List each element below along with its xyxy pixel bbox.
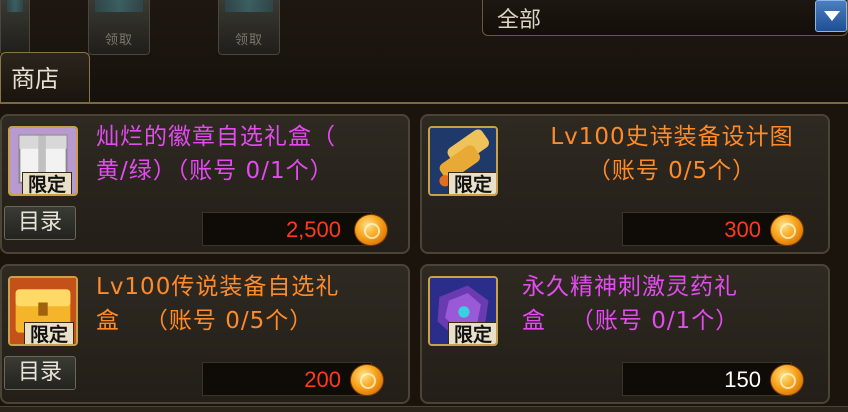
slot-decoration (95, 0, 143, 12)
shop-item-panel: 限定 目录 灿烂的徽章自选礼盒（ 黄/绿）（账号 0/1个） 2,500 限定 … (0, 102, 848, 412)
item-name-line: 永久精神刺激灵药礼 (522, 274, 738, 300)
item-name: Lv100传说装备自选礼 盒 （账号 0/5个） (96, 270, 406, 338)
item-name-line: 盒 （账号 0/1个） (522, 308, 740, 334)
coin-icon (770, 214, 804, 246)
price-box: 300 (622, 212, 792, 246)
limited-badge: 限定 (24, 322, 74, 344)
top-bar: 领取 领取 全部 商店 (0, 0, 848, 105)
scroll-blueprint-icon: 限定 (428, 126, 498, 196)
potion-box-icon: 限定 (428, 276, 498, 346)
slot-decoration (225, 0, 273, 12)
claim-label: 领取 (104, 33, 133, 48)
price-box: 2,500 (202, 212, 372, 246)
reward-slot[interactable] (0, 0, 30, 55)
catalog-button[interactable]: 目录 (4, 206, 76, 240)
item-name: 永久精神刺激灵药礼 盒 （账号 0/1个） (522, 270, 832, 338)
item-price: 150 (724, 367, 761, 392)
gift-box-icon: 限定 (8, 126, 78, 196)
shop-item-card[interactable]: 限定 Lv100史诗装备设计图 （账号 0/5个） 300 (420, 114, 830, 254)
next-row-edge (0, 406, 848, 412)
reward-slot[interactable]: 领取 (218, 0, 280, 55)
item-name-line: （账号 0/5个） (587, 158, 757, 184)
catalog-button[interactable]: 目录 (4, 356, 76, 390)
item-price: 300 (724, 217, 761, 242)
category-filter-dropdown[interactable]: 全部 (482, 0, 848, 36)
slot-decoration (7, 0, 23, 12)
shop-item-card[interactable]: 限定 永久精神刺激灵药礼 盒 （账号 0/1个） 150 (420, 264, 830, 404)
item-price: 200 (304, 367, 341, 392)
reward-slot[interactable]: 领取 (88, 0, 150, 55)
item-name-line: 灿烂的徽章自选礼盒（ (96, 124, 336, 150)
shop-item-card[interactable]: 限定 目录 Lv100传说装备自选礼 盒 （账号 0/5个） 200 (0, 264, 410, 404)
coin-icon (354, 214, 388, 246)
price-box: 150 (622, 362, 792, 396)
dropdown-arrow-button[interactable] (815, 0, 847, 32)
golden-chest-icon: 限定 (8, 276, 78, 346)
limited-badge: 限定 (22, 172, 72, 194)
tab-shop-label: 商店 (11, 65, 59, 93)
coin-icon (770, 364, 804, 396)
item-name-line: 盒 （账号 0/5个） (96, 308, 314, 334)
item-name: Lv100史诗装备设计图 （账号 0/5个） (522, 120, 822, 188)
claim-label: 领取 (234, 33, 263, 48)
filter-selected-value: 全部 (497, 8, 542, 33)
shop-item-card[interactable]: 限定 目录 灿烂的徽章自选礼盒（ 黄/绿）（账号 0/1个） 2,500 (0, 114, 410, 254)
coin-icon (350, 364, 384, 396)
chevron-down-icon (824, 11, 840, 21)
tab-shop[interactable]: 商店 (0, 52, 90, 102)
item-name-line: Lv100史诗装备设计图 (550, 124, 794, 150)
limited-badge: 限定 (448, 172, 496, 194)
price-box: 200 (202, 362, 372, 396)
item-name: 灿烂的徽章自选礼盒（ 黄/绿）（账号 0/1个） (96, 120, 406, 188)
item-name-line: Lv100传说装备自选礼 (96, 274, 340, 300)
item-name-line: 黄/绿）（账号 0/1个） (96, 158, 334, 184)
limited-badge: 限定 (448, 322, 496, 344)
item-price: 2,500 (285, 217, 341, 242)
